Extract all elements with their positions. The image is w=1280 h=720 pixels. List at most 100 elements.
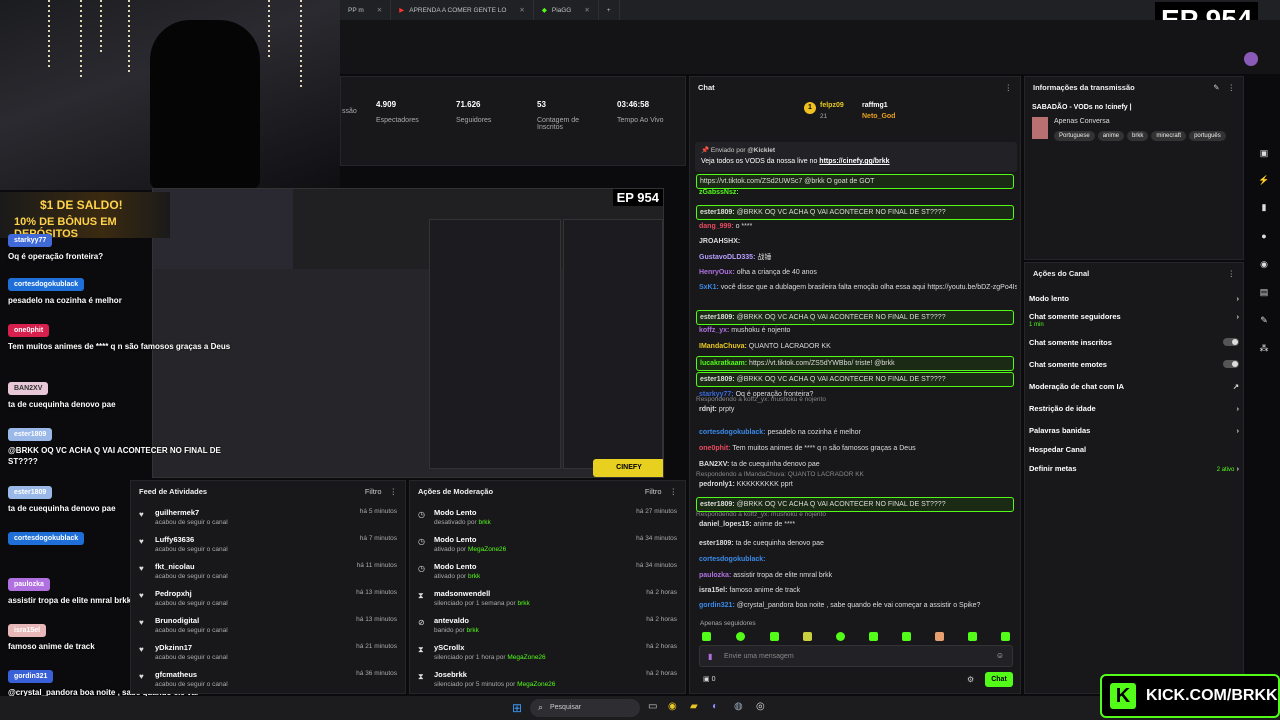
browser-tab[interactable]: ▶ APRENDA A COMER GENTE LO ✕ — [391, 0, 534, 20]
nodes-icon[interactable]: ⁂ — [1258, 343, 1270, 355]
chat-username[interactable]: ester1809: — [700, 501, 735, 508]
wrench-icon[interactable]: ✎ — [1258, 315, 1270, 327]
chat-username[interactable]: ester1809: — [700, 314, 735, 321]
action-banned-words[interactable]: Palavras banidas › — [1029, 426, 1239, 435]
more-icon[interactable]: ⋮ — [390, 487, 398, 496]
chat-message[interactable]: SxK1: você disse que a dublagem brasilei… — [699, 283, 1017, 292]
more-icon[interactable]: ⋮ — [1228, 269, 1236, 278]
broadcast-icon[interactable]: ◉ — [1258, 259, 1270, 271]
chat-username[interactable]: ester1809: — [699, 540, 734, 547]
emote-icon[interactable] — [1001, 632, 1010, 641]
more-icon[interactable]: ⋮ — [670, 487, 678, 496]
action-ai-moderation[interactable]: Moderação de chat com IA ↗ — [1029, 382, 1239, 391]
obs-icon[interactable]: ◎ — [756, 701, 765, 712]
action-host-channel[interactable]: Hospedar Canal — [1029, 445, 1239, 454]
chat-username[interactable]: pedronly1: — [699, 481, 735, 488]
chat-username[interactable]: GustavoDLD335: — [699, 254, 755, 261]
browser-tab[interactable]: PP m ✕ — [340, 0, 392, 20]
emote-icon[interactable] — [902, 632, 911, 641]
chat-message[interactable]: gordin321: @crystal_pandora boa noite , … — [699, 601, 1017, 610]
layout-icon[interactable]: ▤ — [1258, 287, 1270, 299]
action-emotes-only[interactable]: Chat somente emotes — [1029, 360, 1239, 369]
close-icon[interactable]: ✕ — [377, 6, 382, 14]
sidebar-icon[interactable]: ▣ — [1258, 148, 1270, 160]
edit-icon[interactable]: ✎ — [1213, 83, 1219, 92]
taskbar-search[interactable]: ⌕ Pesquisar — [530, 699, 640, 717]
emote-icon[interactable] — [702, 632, 711, 641]
emote-icon[interactable] — [935, 632, 944, 641]
more-icon[interactable]: ⋮ — [1005, 83, 1013, 92]
chat-username[interactable]: SxK1: — [699, 284, 719, 291]
chat-username[interactable]: lucakratkaam: — [700, 360, 747, 367]
toggle-switch[interactable] — [1223, 360, 1239, 368]
chat-username[interactable]: zGabssNsz: — [699, 189, 739, 196]
emote-icon[interactable] — [968, 632, 977, 641]
browser-tab[interactable]: ◆ PiaGG ✕ — [534, 0, 599, 20]
chat-username[interactable]: BAN2XV: — [699, 461, 729, 468]
filter-button[interactable]: Filtro — [645, 487, 662, 496]
close-icon[interactable]: ✕ — [519, 6, 524, 14]
more-icon[interactable]: ⋮ — [1228, 83, 1236, 92]
chat-message[interactable]: IMandaChuva: QUANTO LACRADOR KK — [699, 342, 1017, 351]
chat-message[interactable]: one0phit: Tem muitos animes de **** q n … — [699, 444, 1017, 453]
chat-username[interactable]: cortesdogokublack: — [699, 429, 766, 436]
chat-username[interactable]: daniel_lopes15: — [699, 521, 752, 528]
chat-message[interactable]: daniel_lopes15: anime de **** — [699, 520, 1017, 529]
chat-username[interactable]: cortesdogokublack: — [699, 556, 766, 563]
emoji-picker-icon[interactable]: ☺ — [996, 651, 1004, 660]
windows-start-icon[interactable]: ⊞ — [512, 701, 522, 715]
close-icon[interactable]: ✕ — [584, 6, 589, 14]
folder-icon[interactable]: ▰ — [690, 701, 698, 712]
pinned-message[interactable]: 📌 Enviado por @Kicklet Veja todos os VOD… — [695, 142, 1017, 172]
avatar[interactable] — [1244, 52, 1258, 66]
chat-message[interactable]: GustavoDLD335: 战锤 — [699, 253, 1017, 262]
action-slow-mode[interactable]: Modo lento › — [1029, 294, 1239, 303]
send-chat-button[interactable]: Chat — [985, 672, 1013, 687]
chat-message[interactable]: lucakratkaam: https://vt.tiktok.com/ZS5d… — [696, 356, 1014, 371]
settings-icon[interactable]: ⚙ — [967, 675, 974, 684]
action-followers-only[interactable]: Chat somente seguidores › 1 min — [1029, 312, 1239, 328]
chat-message[interactable]: ester1809: @BRKK OQ VC ACHA Q VAI ACONTE… — [696, 310, 1014, 325]
chat-username[interactable]: paulozka: — [699, 572, 731, 579]
chat-message[interactable]: ester1809: ta de cuequinha denovo pae — [699, 539, 1017, 548]
emote-icon[interactable] — [770, 632, 779, 641]
chat-message[interactable]: rdnjt: prpty — [699, 405, 1017, 414]
chat-username[interactable]: koffz_yx: — [699, 327, 729, 334]
action-set-goals[interactable]: Definir metas 2 ativo › — [1029, 464, 1239, 473]
chat-username[interactable]: ester1809: — [700, 209, 735, 216]
chat-message[interactable]: https://vt.tiktok.com/ZSd2UWSc7 @brkk O … — [696, 174, 1014, 189]
chat-message[interactable]: BAN2XV: ta de cuequinha denovo pae — [699, 460, 1017, 469]
chat-message[interactable]: cortesdogokublack: pesadelo na cozinha é… — [699, 428, 1017, 437]
chat-username[interactable]: JROAHSHX: — [699, 238, 740, 245]
emote-icon[interactable] — [836, 632, 845, 641]
filter-button[interactable]: Filtro — [365, 487, 382, 496]
lightning-icon[interactable]: ⚡ — [1258, 175, 1270, 187]
chat-message[interactable]: HenryOux: olha a criança de 40 anos — [699, 268, 1017, 277]
chat-message[interactable]: ester1809: @BRKK OQ VC ACHA Q VAI ACONTE… — [696, 372, 1014, 387]
chat-message[interactable]: zGabssNsz: — [699, 188, 1017, 197]
mic-icon[interactable]: ▮ — [708, 652, 712, 661]
chat-username[interactable]: rdnjt: — [699, 406, 717, 413]
chat-message[interactable]: ester1809: @BRKK OQ VC ACHA Q VAI ACONTE… — [696, 205, 1014, 220]
emote-icon[interactable] — [803, 632, 812, 641]
discord-icon[interactable]: ◐ — [712, 701, 718, 712]
new-tab-button[interactable]: + — [599, 0, 620, 20]
chat-username[interactable]: HenryOux: — [699, 269, 735, 276]
chat-message[interactable]: koffz_yx: mushoku é nojento — [699, 326, 1017, 335]
chat-username[interactable]: IMandaChuva: — [699, 343, 747, 350]
action-age-restriction[interactable]: Restrição de idade › — [1029, 404, 1239, 413]
steam-icon[interactable]: ◍ — [734, 701, 743, 712]
chat-input[interactable]: ▮ Envie uma mensagem ☺ — [699, 645, 1013, 667]
chat-message[interactable]: cortesdogokublack: — [699, 555, 1017, 564]
toggle-switch[interactable] — [1223, 338, 1239, 346]
chat-message[interactable]: JROAHSHX: — [699, 237, 1017, 246]
emote-icon[interactable] — [736, 632, 745, 641]
chat-username[interactable]: dang_999: — [699, 223, 734, 230]
action-subscribers-only[interactable]: Chat somente inscritos — [1029, 338, 1239, 347]
emote-icon[interactable] — [869, 632, 878, 641]
chat-username[interactable]: one0phit: — [699, 445, 731, 452]
chat-message[interactable]: isra15el: famoso anime de track — [699, 586, 1017, 595]
bookmark-icon[interactable]: ▮ — [1258, 202, 1270, 214]
chat-username[interactable]: isra15el: — [699, 587, 727, 594]
chat-username[interactable]: gordin321: — [699, 602, 735, 609]
